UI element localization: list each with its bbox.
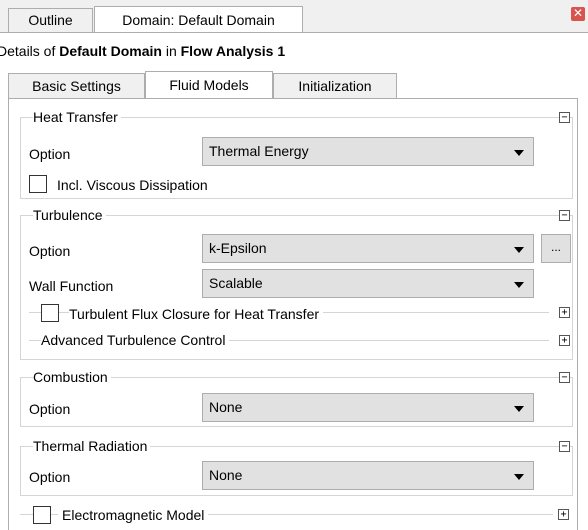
chevron-down-icon	[514, 150, 524, 156]
thermal-radiation-option-select[interactable]: None	[202, 461, 534, 490]
turbulence-group: Turbulence − Option k-Epsilon ... Wall F…	[20, 206, 573, 360]
wall-function-label: Wall Function	[29, 278, 114, 294]
tab-domain-default[interactable]: Domain: Default Domain	[94, 6, 303, 33]
combustion-option-label: Option	[29, 401, 71, 417]
chevron-down-icon	[514, 406, 524, 412]
heat-transfer-option-label: Option	[29, 146, 71, 162]
top-tab-bar: Outline Domain: Default Domain ✕	[0, 0, 588, 33]
wall-function-select[interactable]: Scalable	[202, 269, 534, 298]
combustion-group: Combustion − Option None	[20, 368, 573, 427]
turbulence-option-value: k-Epsilon	[209, 240, 267, 256]
electromagnetic-label: Electromagnetic Model	[58, 506, 209, 524]
thermal-radiation-option-value: None	[209, 467, 243, 483]
details-prefix: Details of	[0, 43, 60, 59]
turbulence-title: Turbulence	[33, 206, 106, 224]
electromagnetic-checkbox[interactable]	[33, 506, 51, 524]
close-icon[interactable]: ✕	[571, 7, 585, 21]
viscous-dissipation-checkbox[interactable]	[29, 175, 47, 193]
heat-transfer-option-select[interactable]: Thermal Energy	[202, 137, 534, 166]
heat-transfer-title: Heat Transfer	[33, 108, 121, 126]
tab-initialization[interactable]: Initialization	[273, 73, 397, 98]
chevron-down-icon	[514, 282, 524, 288]
tab-fluid-models[interactable]: Fluid Models	[145, 71, 273, 99]
heat-transfer-option-value: Thermal Energy	[209, 143, 309, 159]
collapse-icon[interactable]: −	[559, 210, 570, 221]
chevron-down-icon	[514, 474, 524, 480]
advanced-turbulence-label: Advanced Turbulence Control	[41, 331, 230, 349]
wall-function-value: Scalable	[209, 275, 263, 291]
turbulence-option-label: Option	[29, 243, 71, 259]
thermal-radiation-option-label: Option	[29, 469, 71, 485]
expand-icon[interactable]: +	[558, 509, 569, 520]
details-analysis: Flow Analysis 1	[180, 43, 286, 59]
turbulence-option-select[interactable]: k-Epsilon	[202, 234, 534, 263]
heat-transfer-group: Heat Transfer − Option Thermal Energy In…	[20, 108, 573, 199]
details-header: Details of Default Domain in Flow Analys…	[0, 43, 285, 59]
turbulence-options-button[interactable]: ...	[541, 234, 571, 263]
details-middle: in	[161, 43, 181, 59]
expand-icon[interactable]: +	[559, 307, 570, 318]
collapse-icon[interactable]: −	[559, 441, 570, 452]
viscous-dissipation-label: Incl. Viscous Dissipation	[57, 177, 208, 193]
chevron-down-icon	[514, 247, 524, 253]
combustion-title: Combustion	[33, 368, 111, 386]
flux-closure-checkbox[interactable]	[41, 304, 59, 322]
collapse-icon[interactable]: −	[559, 372, 570, 383]
flux-closure-label: Turbulent Flux Closure for Heat Transfer	[69, 305, 324, 323]
combustion-option-value: None	[209, 399, 243, 415]
collapse-icon[interactable]: −	[559, 112, 570, 123]
details-panel: Details of Default Domain in Flow Analys…	[0, 33, 588, 530]
details-object: Default Domain	[59, 43, 162, 59]
tab-basic-settings[interactable]: Basic Settings	[8, 73, 145, 98]
thermal-radiation-group: Thermal Radiation − Option None	[20, 437, 573, 496]
combustion-option-select[interactable]: None	[202, 393, 534, 422]
expand-icon[interactable]: +	[559, 335, 570, 346]
thermal-radiation-title: Thermal Radiation	[33, 437, 151, 455]
tab-outline[interactable]: Outline	[8, 8, 93, 33]
